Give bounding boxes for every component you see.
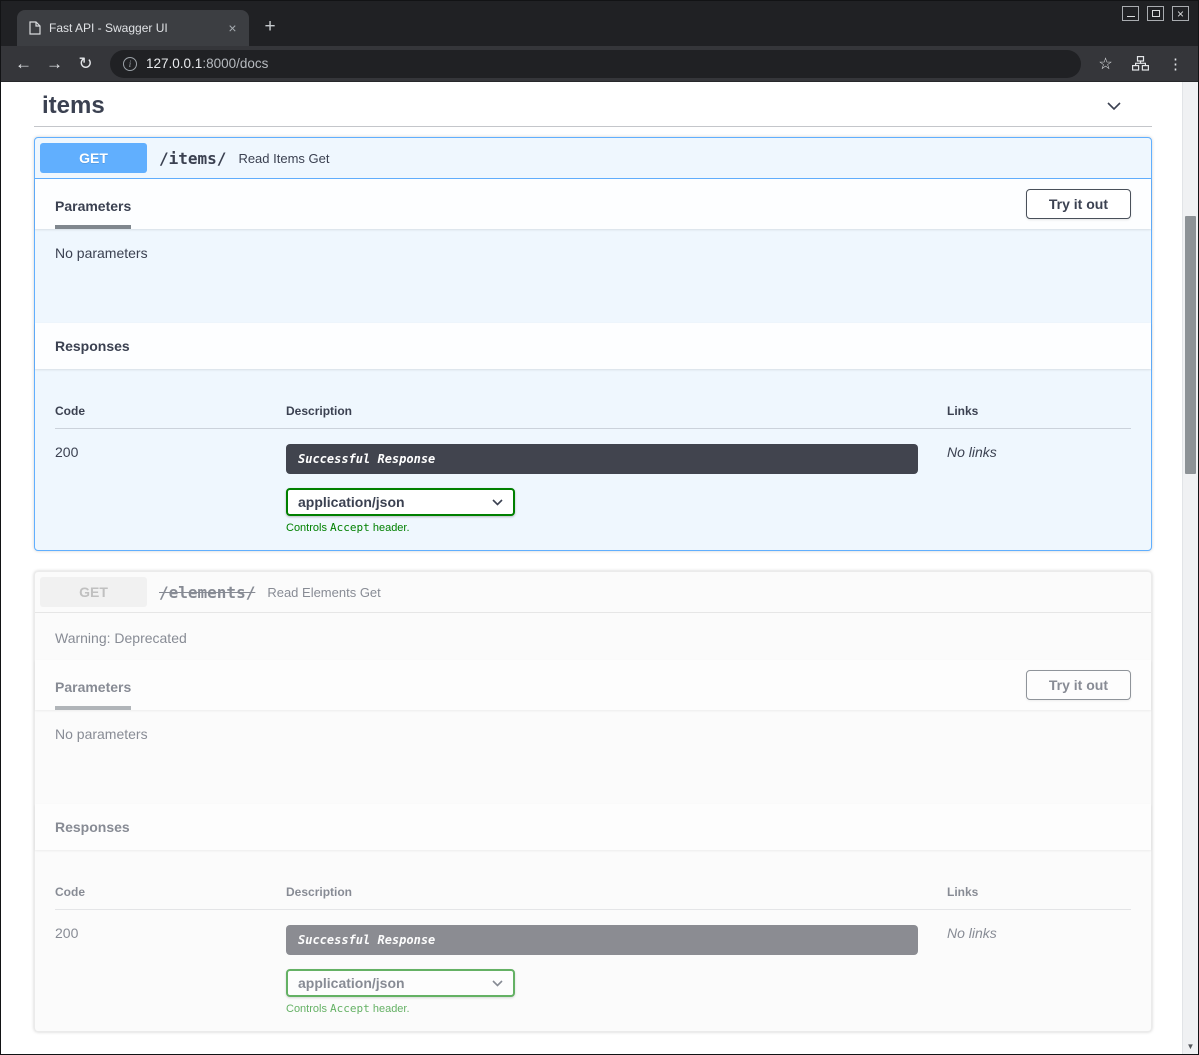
browser-toolbar: ← → ↻ i 127.0.0.1:8000/docs ☆ ⋮ [1, 46, 1198, 82]
media-type-select[interactable]: application/json [286, 488, 515, 516]
minimize-icon [1127, 10, 1135, 17]
opblock-get-items: GET /items/ Read Items Get Parameters Tr… [34, 137, 1152, 551]
col-description-header: Description [286, 404, 947, 418]
status-code: 200 [55, 925, 286, 1015]
toolbar-right: ☆ ⋮ [1091, 49, 1190, 78]
operation-summary-bar[interactable]: GET /elements/ Read Elements Get [35, 572, 1151, 613]
operation-summary-bar[interactable]: GET /items/ Read Items Get [35, 138, 1151, 179]
media-type-value: application/json [298, 975, 405, 991]
parameters-header: Parameters Try it out [35, 179, 1151, 229]
responses-table: Code Description Links 200 Successful Re… [35, 369, 1151, 550]
try-it-out-button[interactable]: Try it out [1026, 189, 1131, 219]
page-icon [29, 21, 41, 35]
forward-icon[interactable]: → [40, 49, 69, 78]
opblock-get-elements-deprecated: GET /elements/ Read Elements Get Warning… [34, 571, 1152, 1032]
window-controls: × [1122, 6, 1189, 21]
col-description-header: Description [286, 885, 947, 899]
tab-close-icon[interactable]: × [224, 20, 241, 37]
col-code-header: Code [55, 404, 286, 418]
accept-header-hint: Controls Accept header. [286, 521, 947, 534]
responses-title: Responses [55, 323, 130, 369]
response-description-cell: Successful Response application/json Con… [286, 925, 947, 1015]
responses-title: Responses [55, 804, 130, 850]
col-code-header: Code [55, 885, 286, 899]
responses-header: Responses [35, 804, 1151, 850]
select-caret-icon [492, 499, 503, 506]
site-info-icon[interactable]: i [123, 57, 137, 71]
response-description: Successful Response [286, 925, 918, 955]
accept-hint-suffix: header. [370, 1003, 410, 1015]
reload-icon[interactable]: ↻ [71, 49, 100, 78]
tag-title: items [42, 92, 105, 120]
browser-window: Fast API - Swagger UI × + × ← → ↻ i 127.… [0, 0, 1199, 1055]
operation-path: /elements/ [147, 583, 267, 602]
accept-hint-suffix: header. [370, 522, 410, 534]
minimize-button[interactable] [1122, 6, 1139, 21]
url-host: 127.0.0.1 [146, 56, 202, 71]
no-parameters-text: No parameters [35, 229, 1151, 323]
browser-tab[interactable]: Fast API - Swagger UI × [17, 10, 249, 46]
address-bar[interactable]: i 127.0.0.1:8000/docs [110, 50, 1081, 78]
responses-table-head: Code Description Links [55, 404, 1131, 429]
links-cell: No links [947, 925, 1131, 1015]
deprecated-warning: Warning: Deprecated [35, 613, 1151, 660]
maximize-button[interactable] [1147, 6, 1164, 21]
response-description-cell: Successful Response application/json Con… [286, 444, 947, 534]
parameters-header: Parameters Try it out [35, 660, 1151, 710]
try-it-out-button[interactable]: Try it out [1026, 670, 1131, 700]
tab-title: Fast API - Swagger UI [49, 21, 216, 35]
col-links-header: Links [947, 885, 1131, 899]
tab-tree-icon[interactable] [1126, 49, 1155, 78]
response-row: 200 Successful Response application/json… [55, 429, 1131, 534]
maximize-icon [1152, 10, 1160, 17]
select-caret-icon [492, 980, 503, 987]
method-badge: GET [40, 143, 147, 173]
responses-table-head: Code Description Links [55, 885, 1131, 910]
responses-table: Code Description Links 200 Successful Re… [35, 850, 1151, 1031]
url-path: :8000/docs [202, 56, 268, 71]
status-code: 200 [55, 444, 286, 534]
page-content: items GET /items/ Read Items Get Paramet… [1, 82, 1198, 1054]
response-row: 200 Successful Response application/json… [55, 910, 1131, 1015]
accept-hint-prefix: Controls [286, 1003, 330, 1015]
accept-hint-code: Accept [330, 1002, 370, 1015]
accept-hint-code: Accept [330, 521, 370, 534]
operation-description: Read Elements Get [267, 585, 380, 600]
new-tab-button[interactable]: + [257, 14, 283, 40]
back-icon[interactable]: ← [9, 49, 38, 78]
deprecated-content: GET /elements/ Read Elements Get Warning… [35, 572, 1151, 1031]
response-description: Successful Response [286, 444, 918, 474]
col-links-header: Links [947, 404, 1131, 418]
no-parameters-text: No parameters [35, 710, 1151, 804]
url-text: 127.0.0.1:8000/docs [146, 56, 268, 71]
parameters-tab: Parameters [55, 179, 131, 229]
tab-strip: Fast API - Swagger UI × + × [1, 1, 1198, 46]
close-button[interactable]: × [1172, 6, 1189, 21]
vertical-scrollbar[interactable]: ▼ [1182, 82, 1198, 1054]
collapse-chevron-icon[interactable] [1102, 94, 1126, 118]
responses-header: Responses [35, 323, 1151, 369]
media-type-select[interactable]: application/json [286, 969, 515, 997]
bookmark-star-icon[interactable]: ☆ [1091, 49, 1120, 78]
operation-description: Read Items Get [238, 151, 329, 166]
close-icon: × [1177, 8, 1184, 20]
menu-icon[interactable]: ⋮ [1161, 49, 1190, 78]
swagger-ui: items GET /items/ Read Items Get Paramet… [1, 82, 1182, 1054]
scrollbar-thumb[interactable] [1185, 216, 1196, 474]
accept-header-hint: Controls Accept header. [286, 1002, 947, 1015]
scroll-down-icon[interactable]: ▼ [1183, 1039, 1198, 1053]
operation-path: /items/ [147, 149, 238, 168]
tag-section-header[interactable]: items [34, 86, 1152, 127]
accept-hint-prefix: Controls [286, 522, 330, 534]
links-cell: No links [947, 444, 1131, 534]
method-badge: GET [40, 577, 147, 607]
media-type-value: application/json [298, 494, 405, 510]
parameters-tab: Parameters [55, 660, 131, 710]
